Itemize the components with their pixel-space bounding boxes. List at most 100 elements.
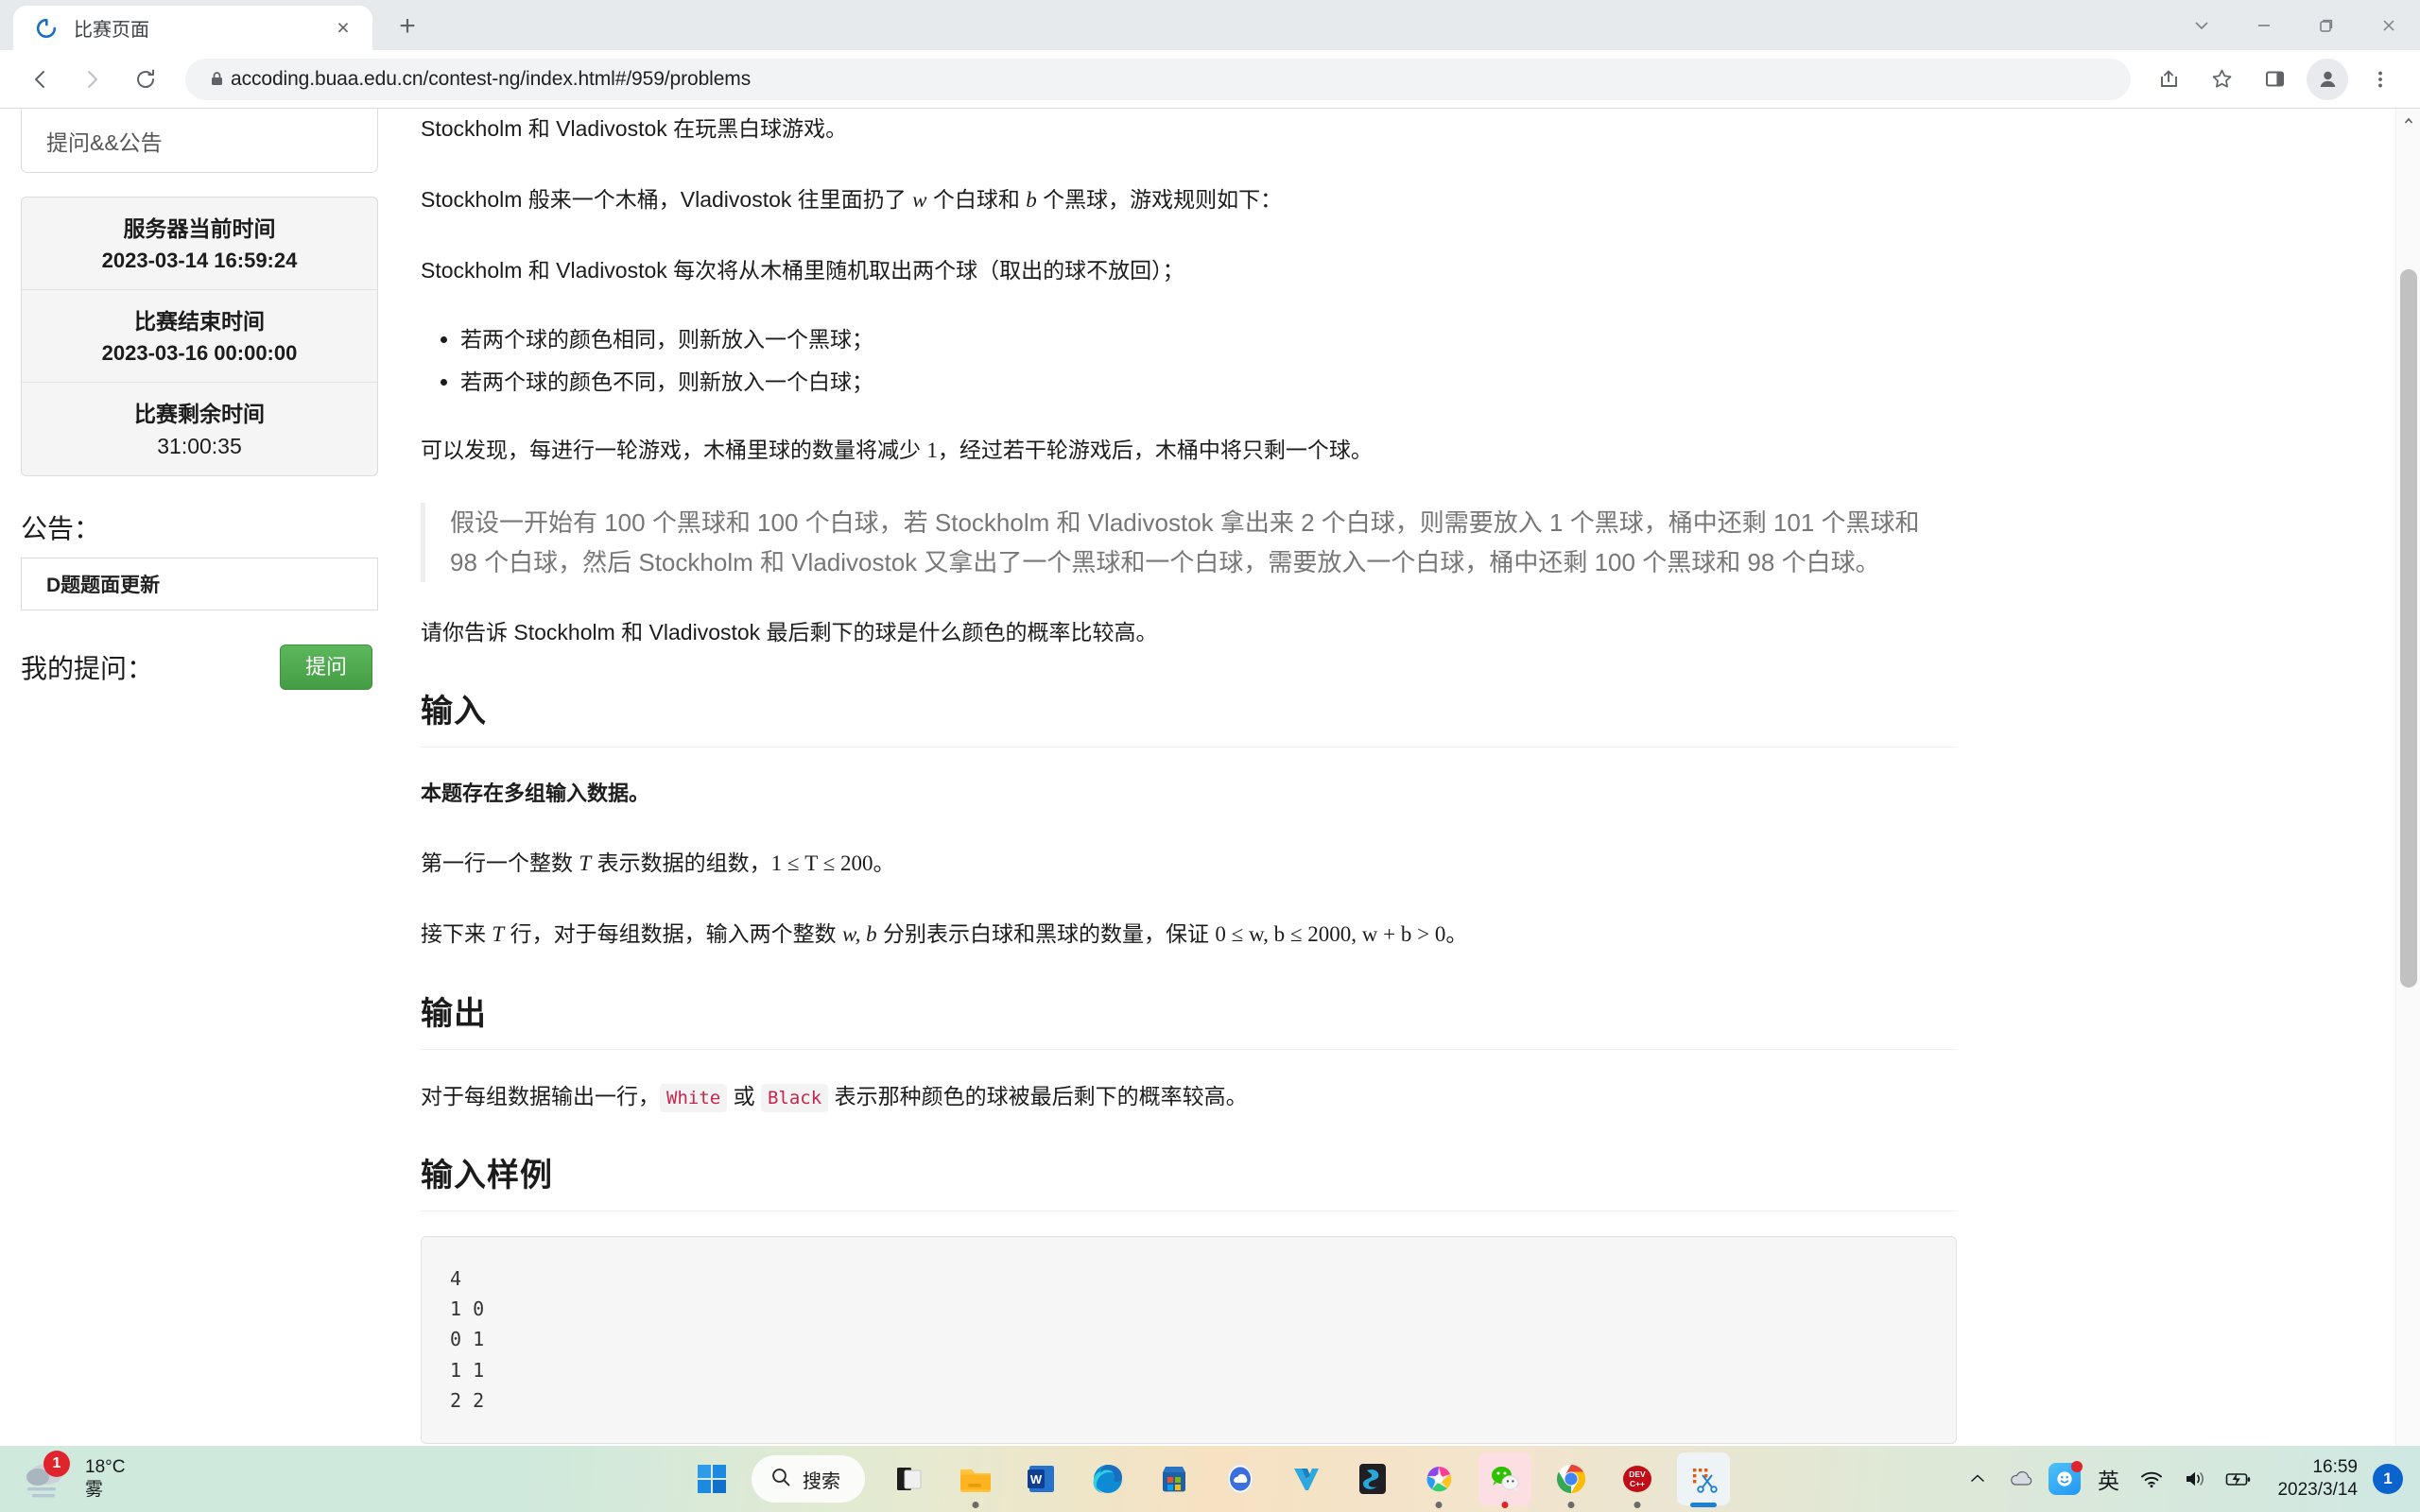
back-icon[interactable] — [16, 56, 63, 103]
input-line2-description: 接下来 T 行，对于每组数据，输入两个整数 w, b 分别表示白球和黑球的数量，… — [421, 916, 1957, 953]
share-icon[interactable] — [2145, 56, 2192, 103]
announcement-item[interactable]: D题题面更新 — [21, 558, 378, 610]
weather-text: 18°C 雾 — [85, 1456, 125, 1503]
qa-announcement-label: 提问&&公告 — [46, 129, 163, 155]
microsoft-edge-icon[interactable] — [1081, 1452, 1134, 1505]
microsoft-store-icon[interactable] — [1148, 1452, 1201, 1505]
problem-statement: Stockholm 和 Vladivostok 在玩黑白球游戏。 Stockho… — [397, 109, 2004, 1512]
code-white: White — [660, 1083, 728, 1112]
input-multi-data-note: 本题存在多组输入数据。 — [421, 781, 650, 805]
contest-problem-page: 提问&&公告 服务器当前时间 2023-03-14 16:59:24 比赛结束时… — [0, 109, 2420, 1512]
copilot-icon[interactable] — [1412, 1452, 1465, 1508]
wifi-icon[interactable] — [2130, 1453, 2173, 1504]
three-dot-menu-icon[interactable] — [2357, 56, 2404, 103]
baidu-netdisk-icon[interactable] — [1214, 1452, 1267, 1505]
running-indicator — [1567, 1502, 1575, 1508]
ime-notification-dot — [2071, 1461, 2083, 1472]
input-l1-post: 。 — [873, 850, 895, 876]
contest-end-time-label: 比赛结束时间 — [134, 309, 265, 334]
browser-window: 比赛页面 × + accoding.buaa.edu.cn/contest-ng… — [0, 0, 2420, 1512]
output-pre: 对于每组数据输出一行， — [421, 1083, 660, 1108]
search-icon — [770, 1467, 791, 1492]
server-time-label: 服务器当前时间 — [123, 216, 276, 241]
tab-strip: 比赛页面 × + — [0, 0, 2420, 50]
weather-temperature: 18°C — [85, 1456, 126, 1477]
svg-text:C++: C++ — [1630, 1479, 1645, 1488]
lock-icon[interactable] — [202, 70, 231, 88]
input-l2-mid: 行，对于每组数据，输入两个整数 — [504, 921, 842, 947]
ime-icon[interactable] — [2043, 1453, 2086, 1504]
contest-remaining-time-row: 比赛剩余时间 31:00:35 — [22, 383, 377, 475]
var-w: w — [912, 188, 927, 213]
new-tab-button[interactable]: + — [386, 5, 429, 48]
qa-announcement-panel[interactable]: 提问&&公告 — [21, 109, 378, 173]
vars-w-b: w, b — [841, 922, 877, 947]
maximize-icon[interactable] — [2295, 0, 2358, 50]
my-questions-label: 我的提问： — [21, 654, 154, 684]
google-chrome-icon[interactable] — [1545, 1452, 1598, 1508]
output-section-heading: 输出 — [421, 988, 1957, 1050]
example-blockquote: 假设一开始有 100 个黑球和 100 个白球，若 Stockholm 和 Vl… — [421, 502, 1957, 582]
input-l2-comma: , — [1351, 922, 1362, 947]
close-icon[interactable]: × — [327, 12, 359, 44]
vmware-icon[interactable] — [1280, 1452, 1333, 1505]
ask-question-button[interactable]: 提问 — [279, 644, 372, 691]
notification-indicator — [1501, 1502, 1509, 1508]
sample-input-code: 4 1 0 0 1 1 1 2 2 — [421, 1235, 1957, 1444]
scroll-up-icon[interactable] — [2396, 109, 2420, 133]
forward-icon[interactable] — [69, 56, 116, 103]
onedrive-cloud-icon[interactable] — [1999, 1453, 2043, 1504]
setup-post: 个黑球，游戏规则如下： — [1036, 187, 1283, 213]
ime-mode-label[interactable]: 英 — [2086, 1453, 2130, 1504]
code-black: Black — [760, 1083, 829, 1112]
side-panel-icon[interactable] — [2251, 56, 2298, 103]
notification-badge[interactable]: 1 — [2373, 1464, 2403, 1494]
server-time-value: 2023-03-14 16:59:24 — [101, 249, 298, 272]
observation-num: 1 — [926, 438, 938, 462]
sample-input-heading: 输入样例 — [421, 1149, 1957, 1211]
snipping-tool-icon[interactable] — [1677, 1452, 1730, 1507]
siyuan-note-icon[interactable] — [1346, 1452, 1399, 1505]
battery-charging-icon[interactable] — [2217, 1453, 2260, 1504]
vertical-scrollbar[interactable] — [2395, 109, 2420, 1512]
address-bar[interactable]: accoding.buaa.edu.cn/contest-ng/index.ht… — [185, 58, 2131, 100]
weather-widget[interactable]: 1 18°C 雾 — [21, 1451, 219, 1503]
file-explorer-icon[interactable] — [949, 1452, 1002, 1508]
chevron-down-icon[interactable] — [2170, 0, 2233, 50]
files-dark-icon[interactable] — [883, 1452, 936, 1505]
var-T-1: T — [579, 851, 592, 876]
vertical-scroll-thumb[interactable] — [2400, 269, 2417, 988]
dev-cpp-icon[interactable]: DEV C++ — [1611, 1452, 1664, 1508]
window-controls — [2170, 0, 2420, 50]
accoding-logo-icon — [34, 16, 59, 41]
taskbar-clock[interactable]: 16:59 2023/3/14 — [2277, 1456, 2358, 1502]
toolbar-right-actions — [2142, 56, 2407, 103]
star-icon[interactable] — [2198, 56, 2245, 103]
input-l2-constraint-1: 0 ≤ w, b ≤ 2000 — [1215, 922, 1352, 947]
output-or: 或 — [727, 1083, 761, 1108]
chevron-up-icon[interactable] — [1956, 1453, 1999, 1504]
input-section-heading: 输入 — [421, 685, 1957, 747]
close-window-icon[interactable] — [2358, 0, 2420, 50]
microsoft-word-icon[interactable]: W — [1015, 1452, 1068, 1505]
wechat-icon[interactable] — [1478, 1452, 1531, 1508]
input-l2-post: 。 — [1445, 921, 1468, 947]
profile-avatar-icon[interactable] — [2307, 58, 2348, 100]
reload-icon[interactable] — [122, 56, 169, 103]
var-T-2: T — [492, 922, 505, 947]
minimize-icon[interactable] — [2233, 0, 2295, 50]
volume-icon[interactable] — [2173, 1453, 2217, 1504]
output-description: 对于每组数据输出一行， White 或 Black 表示那种颜色的球被最后剩下的概… — [421, 1078, 1957, 1115]
page-viewport: 提问&&公告 服务器当前时间 2023-03-14 16:59:24 比赛结束时… — [0, 109, 2420, 1512]
start-icon[interactable] — [685, 1452, 738, 1505]
blockquote-line-1: 假设一开始有 100 个黑球和 100 个白球，若 Stockholm 和 Vl… — [450, 507, 1920, 537]
taskbar-search[interactable]: 搜索 — [752, 1455, 865, 1503]
input-l2-constraint-2: w + b > 0 — [1361, 922, 1446, 947]
setup-paragraph: Stockholm 般来一个木桶，Vladivostok 往里面扔了 w 个白球… — [421, 181, 1957, 218]
svg-text:DEV: DEV — [1629, 1469, 1646, 1479]
browser-tab[interactable]: 比赛页面 × — [13, 6, 372, 50]
input-l2-mid2: 分别表示白球和黑球的数量，保证 — [876, 921, 1216, 947]
setup-pre: Stockholm 般来一个木桶，Vladivostok 往里面扔了 — [421, 187, 913, 213]
running-indicator — [1634, 1502, 1641, 1508]
contest-time-info: 服务器当前时间 2023-03-14 16:59:24 比赛结束时间 2023-… — [21, 197, 378, 476]
